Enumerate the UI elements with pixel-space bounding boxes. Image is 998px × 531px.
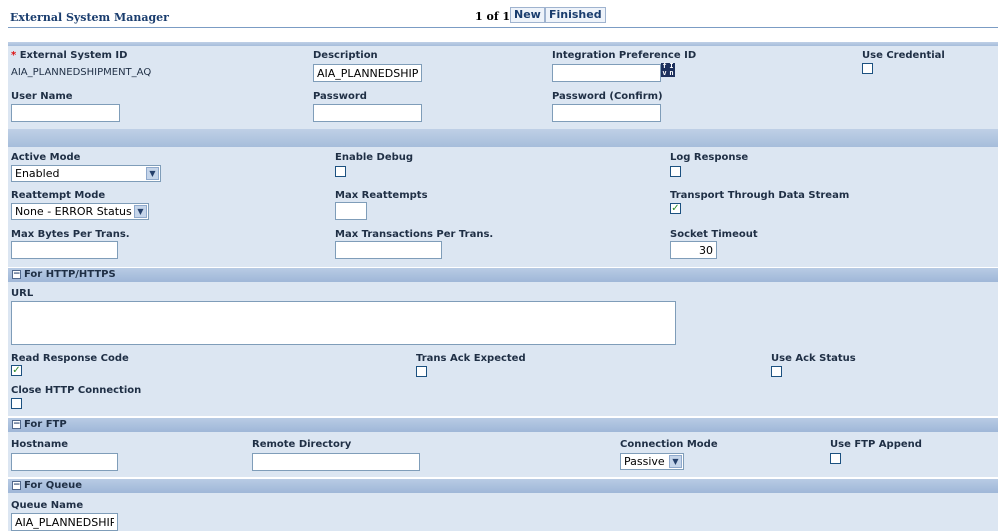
settings-panel-bar (8, 129, 998, 147)
integration-preference-id-input[interactable] (552, 64, 661, 82)
connection-mode-label: Connection Mode (620, 439, 718, 450)
http-section-title: For HTTP/HTTPS (24, 269, 116, 280)
url-textarea[interactable] (11, 301, 676, 345)
external-system-id-label: * External System ID (11, 50, 128, 61)
transport-data-stream-checkbox[interactable]: ✓ (670, 203, 681, 214)
top-panel: * External System ID AIA_PLANNEDSHIPMENT… (8, 46, 998, 129)
collapse-icon[interactable]: − (12, 270, 21, 279)
hostname-label: Hostname (11, 439, 69, 450)
new-button[interactable]: New (510, 7, 545, 23)
use-ftp-append-label: Use FTP Append (830, 439, 922, 450)
max-transactions-input[interactable] (335, 241, 442, 259)
chevron-down-icon: ▼ (669, 455, 682, 468)
ftp-section-header[interactable]: − For FTP (8, 418, 998, 432)
hostname-input[interactable] (11, 453, 118, 471)
http-section-header[interactable]: − For HTTP/HTTPS (8, 268, 998, 282)
user-name-input[interactable] (11, 104, 120, 122)
reattempt-mode-select[interactable]: None - ERROR Status ▼ (11, 203, 149, 220)
log-response-checkbox[interactable] (670, 166, 681, 177)
pager-text: 1 of 1 (475, 10, 511, 23)
use-credential-label: Use Credential (862, 50, 945, 61)
password-input[interactable] (313, 104, 422, 122)
remote-directory-input[interactable] (252, 453, 420, 471)
enable-debug-checkbox[interactable] (335, 166, 346, 177)
max-reattempts-input[interactable] (335, 202, 367, 220)
use-ftp-append-checkbox[interactable] (830, 453, 841, 464)
page-title: External System Manager (10, 11, 169, 24)
queue-name-input[interactable] (11, 513, 118, 531)
max-bytes-label: Max Bytes Per Trans. (11, 229, 130, 240)
reattempt-mode-label: Reattempt Mode (11, 190, 106, 201)
close-http-connection-label: Close HTTP Connection (11, 385, 142, 396)
collapse-icon[interactable]: − (12, 420, 21, 429)
chevron-down-icon: ▼ (146, 167, 159, 180)
trans-ack-expected-checkbox[interactable] (416, 366, 427, 377)
required-marker: * (11, 50, 17, 61)
integration-preference-id-label: Integration Preference ID (552, 50, 697, 61)
trans-ack-expected-label: Trans Ack Expected (416, 353, 526, 364)
transport-data-stream-label: Transport Through Data Stream (670, 190, 850, 201)
socket-timeout-label: Socket Timeout (670, 229, 758, 240)
password-confirm-input[interactable] (552, 104, 661, 122)
http-panel: URL Read Response Code ✓ Trans Ack Expec… (8, 282, 998, 416)
socket-timeout-input[interactable] (670, 241, 717, 259)
collapse-icon[interactable]: − (12, 481, 21, 490)
read-response-code-label: Read Response Code (11, 353, 129, 364)
header-divider (8, 27, 998, 28)
queue-section-title: For Queue (24, 480, 83, 491)
active-mode-label: Active Mode (11, 152, 81, 163)
close-http-connection-checkbox[interactable] (11, 398, 22, 409)
max-reattempts-label: Max Reattempts (335, 190, 428, 201)
max-bytes-input[interactable] (11, 241, 118, 259)
enable-debug-label: Enable Debug (335, 152, 414, 163)
user-name-label: User Name (11, 91, 73, 102)
remote-directory-label: Remote Directory (252, 439, 352, 450)
lookup-icon[interactable]: fIvn (661, 63, 675, 77)
ftp-panel: Hostname Remote Directory Connection Mod… (8, 432, 998, 477)
finished-button[interactable]: Finished (545, 7, 606, 23)
description-label: Description (313, 50, 378, 61)
use-ack-status-checkbox[interactable] (771, 366, 782, 377)
external-system-id-value: AIA_PLANNEDSHIPMENT_AQ (11, 67, 152, 78)
use-ack-status-label: Use Ack Status (771, 353, 856, 364)
ftp-section-title: For FTP (24, 419, 67, 430)
url-label: URL (11, 288, 34, 299)
connection-mode-select[interactable]: Passive ▼ (620, 453, 684, 470)
use-credential-checkbox[interactable] (862, 63, 873, 74)
password-confirm-label: Password (Confirm) (552, 91, 663, 102)
active-mode-select[interactable]: Enabled ▼ (11, 165, 161, 182)
settings-panel: Active Mode Enabled ▼ Enable Debug Log Re… (8, 147, 998, 267)
chevron-down-icon: ▼ (134, 205, 147, 218)
queue-section-header[interactable]: − For Queue (8, 479, 998, 493)
description-input[interactable] (313, 64, 422, 82)
read-response-code-checkbox[interactable]: ✓ (11, 365, 22, 376)
max-transactions-label: Max Transactions Per Trans. (335, 229, 494, 240)
log-response-label: Log Response (670, 152, 749, 163)
queue-name-label: Queue Name (11, 500, 84, 511)
queue-panel: Queue Name (8, 493, 998, 531)
password-label: Password (313, 91, 367, 102)
